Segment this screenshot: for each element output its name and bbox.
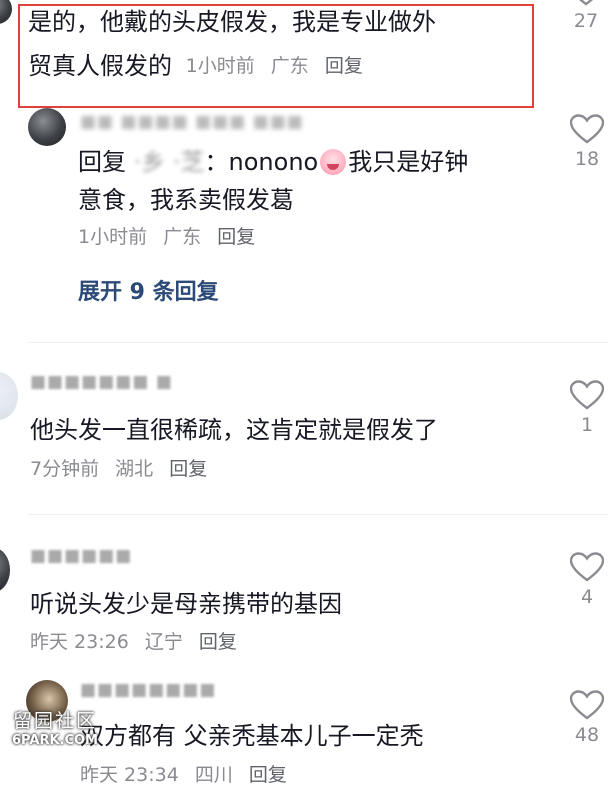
heart-icon xyxy=(570,114,604,144)
crying-face-emoji-icon xyxy=(320,149,347,175)
comment-meta: 1小时前 广东 回复 xyxy=(186,55,373,77)
reply-location: 广东 xyxy=(163,226,202,248)
like-button[interactable]: 27 xyxy=(565,0,607,32)
comment-meta: 昨天 23:26 辽宁 回复 xyxy=(30,627,247,654)
like-count: 1 xyxy=(580,414,594,436)
comment-time: 昨天 23:26 xyxy=(30,631,129,653)
username-blurred: ■■ ■■■■ ■■■ ■■■ xyxy=(80,112,304,132)
like-button[interactable]: 4 xyxy=(566,552,608,608)
comment-text-line: 贸真人假发的 xyxy=(28,52,172,80)
expand-replies-link[interactable]: 展开 9 条回复 xyxy=(78,274,219,306)
like-button[interactable]: 18 xyxy=(566,114,608,170)
comment-text: 双方都有 父亲秃基本儿子一定秃 xyxy=(80,722,424,750)
comment-list: 是的，他戴的头皮假发，我是专业做外 贸真人假发的 1小时前 广东 回复 27 ■… xyxy=(0,0,608,804)
like-count: 4 xyxy=(580,586,594,608)
replier-avatar[interactable] xyxy=(28,108,66,146)
reply-time: 1小时前 xyxy=(78,226,148,248)
watermark-cn: 留园社区 xyxy=(12,710,97,732)
username-blurred: ■■■■■■■ ■ xyxy=(30,372,173,392)
mention-suffix: ：nonono xyxy=(204,148,319,176)
heart-icon xyxy=(570,380,604,410)
reply-button[interactable]: 回复 xyxy=(217,226,255,248)
reply-button[interactable]: 回复 xyxy=(249,764,287,786)
like-count: 27 xyxy=(573,10,599,32)
comment-time: 7分钟前 xyxy=(30,458,100,480)
mentioned-username-blurred: ·乡 ·芝 xyxy=(133,148,205,176)
like-count: 18 xyxy=(574,148,600,170)
comment-text: 听说头发少是母亲携带的基因 xyxy=(30,590,342,618)
heart-icon xyxy=(570,552,604,582)
reply-text-line2: 意食，我系卖假发葛 xyxy=(78,186,294,214)
reply-text-after-emoji: 我只是好钟 xyxy=(348,148,469,176)
divider xyxy=(28,342,608,343)
comment-location: 湖北 xyxy=(115,458,154,480)
watermark-en: 6PARK.COM xyxy=(12,733,98,748)
commenter-avatar[interactable] xyxy=(0,372,18,420)
comment-meta: 昨天 23:34 四川 回复 xyxy=(80,760,297,787)
username-blurred: ■■■■■■■■ xyxy=(80,680,217,700)
comment-text: 贸真人假发的 1小时前 广东 回复 xyxy=(28,48,373,86)
comment-location: 四川 xyxy=(194,764,233,786)
reply-meta: 1小时前 广东 回复 xyxy=(78,222,265,249)
divider xyxy=(28,514,608,515)
site-watermark: 留园社区 6PARK.COM xyxy=(0,706,110,748)
username-blurred: ■■■■■■ xyxy=(30,546,133,566)
commenter-avatar[interactable] xyxy=(0,548,10,592)
comment-location: 辽宁 xyxy=(144,631,183,653)
heart-icon xyxy=(570,690,604,720)
reply-text: 回复 ·乡 ·芝：nonono 我只是好钟 xyxy=(78,144,468,180)
reply-button[interactable]: 回复 xyxy=(199,631,237,653)
like-count: 48 xyxy=(574,724,600,746)
comment-text-line: 是的，他戴的头皮假发，我是专业做外 xyxy=(28,8,436,36)
comment-text: 是的，他戴的头皮假发，我是专业做外 xyxy=(28,4,436,40)
comment-time: 昨天 23:34 xyxy=(80,764,179,786)
heart-icon xyxy=(578,0,594,6)
reply-prefix: 回复 xyxy=(78,148,126,176)
comment-time: 1小时前 xyxy=(185,55,255,77)
reply-button[interactable]: 回复 xyxy=(325,55,363,77)
reply-button[interactable]: 回复 xyxy=(169,458,207,480)
comment-location: 广东 xyxy=(270,55,309,77)
commenter-avatar[interactable] xyxy=(0,0,12,24)
like-button[interactable]: 1 xyxy=(566,380,608,436)
like-button[interactable]: 48 xyxy=(566,690,608,746)
comment-meta: 7分钟前 湖北 回复 xyxy=(30,454,217,481)
comment-text: 他头发一直很稀疏，这肯定就是假发了 xyxy=(30,416,438,444)
